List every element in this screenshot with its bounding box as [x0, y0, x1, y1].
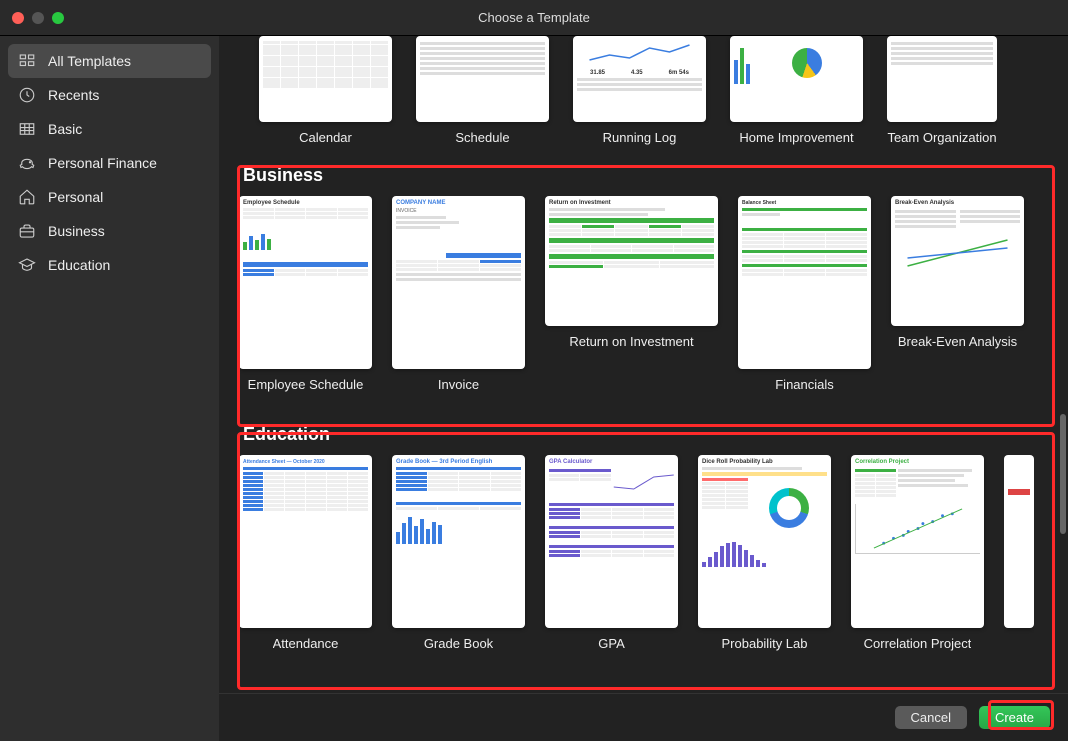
table-icon — [18, 120, 36, 138]
template-label: GPA — [598, 636, 625, 651]
footer: Cancel Create — [219, 693, 1068, 741]
template-thumb — [416, 36, 549, 122]
template-thumb: COMPANY NAME INVOICE — [392, 196, 525, 369]
gradcap-icon — [18, 256, 36, 274]
template-label: Schedule — [455, 130, 509, 145]
template-label: Grade Book — [424, 636, 493, 651]
section-title: Business — [239, 161, 1060, 196]
template-card-invoice[interactable]: COMPANY NAME INVOICE Invo — [392, 196, 525, 392]
template-card-break-even-analysis[interactable]: Break-Even Analysis Break-Even Analysis — [891, 196, 1024, 392]
briefcase-icon — [18, 222, 36, 240]
clock-icon — [18, 86, 36, 104]
template-label: Correlation Project — [864, 636, 972, 651]
template-card-team-organization[interactable]: Team Organization — [887, 36, 997, 145]
template-label: Break-Even Analysis — [898, 334, 1017, 349]
titlebar: Choose a Template — [0, 0, 1068, 36]
template-thumb — [259, 36, 392, 122]
template-label: Attendance — [273, 636, 339, 651]
template-thumb: Return on Investment — [545, 196, 718, 326]
piggy-icon — [18, 154, 36, 172]
sidebar-item-label: Business — [48, 223, 105, 239]
section-title: Education — [239, 420, 1060, 455]
template-thumb: Grade Book — 3rd Period English — [392, 455, 525, 628]
vertical-scrollbar[interactable] — [1060, 72, 1066, 693]
template-label: Team Organization — [887, 130, 996, 145]
sidebar-item-personal[interactable]: Personal — [8, 180, 211, 214]
template-card-return-on-investment[interactable]: Return on Investment — [545, 196, 718, 392]
section-business: Business Employee Schedule — [219, 145, 1068, 404]
template-thumb: Correlation Project — [851, 455, 984, 628]
template-thumb: GPA Calculator — [545, 455, 678, 628]
template-label: Financials — [775, 377, 834, 392]
sidebar-item-label: Basic — [48, 121, 82, 137]
sidebar: All Templates Recents Basic Personal Fin… — [0, 36, 219, 741]
template-card-probability-lab[interactable]: Dice Roll Probability Lab — [698, 455, 831, 651]
create-button[interactable]: Create — [979, 706, 1050, 729]
sidebar-item-label: Recents — [48, 87, 99, 103]
template-card-grade-book[interactable]: Grade Book — 3rd Period English — [392, 455, 525, 651]
template-card-attendance[interactable]: Attendance Sheet — October 2020 — [239, 455, 372, 651]
template-thumb: 31.854.356m 54s — [573, 36, 706, 122]
sidebar-item-basic[interactable]: Basic — [8, 112, 211, 146]
sidebar-item-personal-finance[interactable]: Personal Finance — [8, 146, 211, 180]
sidebar-item-all-templates[interactable]: All Templates — [8, 44, 211, 78]
template-card-employee-schedule[interactable]: Employee Schedule — [239, 196, 372, 392]
template-card-schedule[interactable]: Schedule — [416, 36, 549, 145]
template-card-partial[interactable] — [1004, 455, 1034, 651]
section-education: Education Attendance Sheet — October 202… — [219, 404, 1068, 663]
template-card-calendar[interactable]: Calendar — [259, 36, 392, 145]
template-label: Calendar — [299, 130, 352, 145]
sidebar-item-label: Personal Finance — [48, 155, 157, 171]
sidebar-item-label: Personal — [48, 189, 103, 205]
template-thumb — [1004, 455, 1034, 628]
template-label: Home Improvement — [739, 130, 853, 145]
template-thumb: Attendance Sheet — October 2020 — [239, 455, 372, 628]
cancel-button[interactable]: Cancel — [895, 706, 967, 729]
grid-icon — [18, 52, 36, 70]
template-card-financials[interactable]: Balance Sheet — [738, 196, 871, 392]
template-card-correlation-project[interactable]: Correlation Project — [851, 455, 984, 651]
template-thumb: Break-Even Analysis — [891, 196, 1024, 326]
template-thumb: Dice Roll Probability Lab — [698, 455, 831, 628]
template-label: Running Log — [603, 130, 677, 145]
template-label: Probability Lab — [722, 636, 808, 651]
template-card-running-log[interactable]: 31.854.356m 54s Running Log — [573, 36, 706, 145]
main-content: Calendar Schedule 31.854.356m 54s — [219, 36, 1068, 741]
sidebar-item-education[interactable]: Education — [8, 248, 211, 282]
window-title: Choose a Template — [0, 10, 1068, 25]
template-card-gpa[interactable]: GPA Calculator — [545, 455, 678, 651]
template-scroll-area[interactable]: Calendar Schedule 31.854.356m 54s — [219, 36, 1068, 741]
template-thumb — [887, 36, 997, 122]
template-label: Invoice — [438, 377, 479, 392]
sidebar-item-label: All Templates — [48, 53, 131, 69]
sidebar-item-business[interactable]: Business — [8, 214, 211, 248]
sidebar-item-label: Education — [48, 257, 110, 273]
template-thumb: Employee Schedule — [239, 196, 372, 369]
template-thumb — [730, 36, 863, 122]
sidebar-item-recents[interactable]: Recents — [8, 78, 211, 112]
template-card-home-improvement[interactable]: Home Improvement — [730, 36, 863, 145]
template-label: Return on Investment — [569, 334, 693, 349]
template-label: Employee Schedule — [248, 377, 364, 392]
home-icon — [18, 188, 36, 206]
template-thumb: Balance Sheet — [738, 196, 871, 369]
